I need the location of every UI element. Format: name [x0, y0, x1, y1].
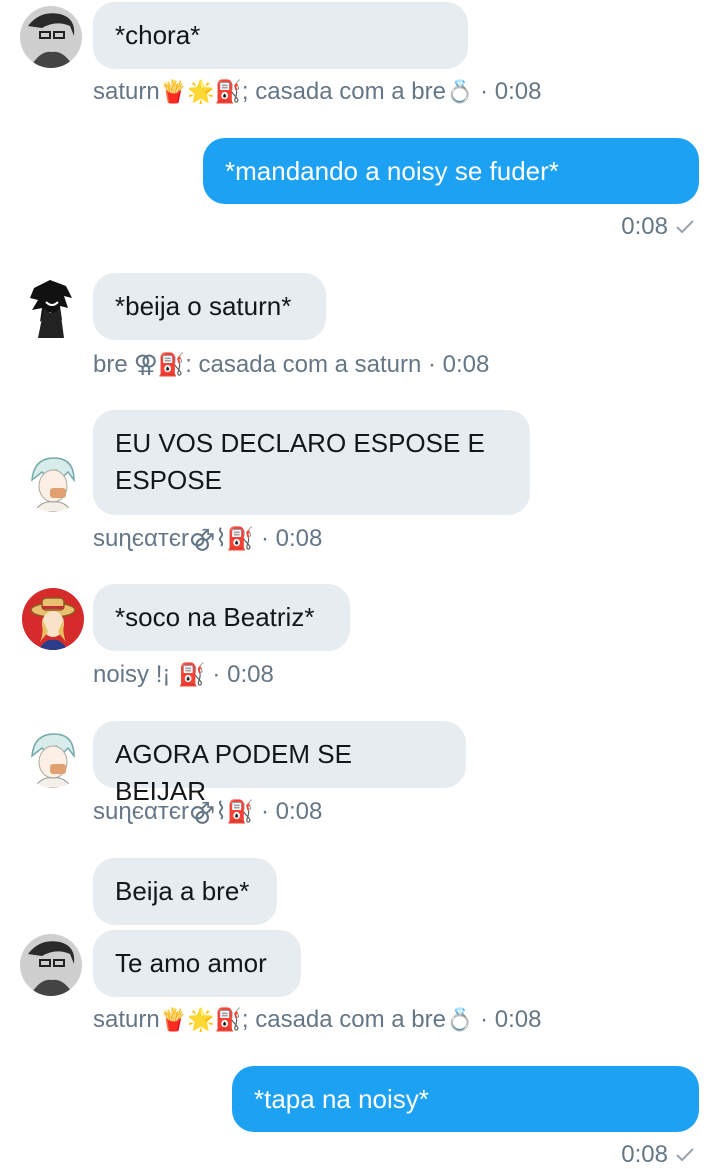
timestamp: 0:08 — [494, 1006, 542, 1033]
avatar-noisy[interactable] — [22, 588, 84, 650]
message-meta-outgoing: 0:08 — [621, 213, 694, 241]
message-meta: saturn 🍟🌟⛽ ; casada com a bre 💍 · 0:08 — [93, 78, 541, 106]
message-bubble[interactable]: Te amo amor — [93, 930, 301, 997]
avatar-suneater[interactable] — [22, 726, 84, 788]
avatar-saturn[interactable] — [20, 6, 82, 68]
ring-icon: 💍 — [446, 1007, 474, 1032]
sender-emoji: 🍟🌟⛽ — [159, 79, 242, 104]
sender-name: saturn — [93, 78, 160, 105]
timestamp: 0:08 — [442, 350, 490, 378]
separator: · — [473, 1006, 495, 1033]
sender-name: noisy !¡ — [93, 661, 171, 688]
message-bubble-outgoing[interactable]: *mandando a noisy se fuder* — [203, 138, 699, 204]
timestamp: 0:08 — [275, 524, 323, 552]
message-meta: suɳєαтєr ⚣⌇ ⛽ · 0:08 — [93, 797, 322, 826]
check-icon — [676, 220, 694, 234]
avatar-saturn[interactable] — [20, 934, 82, 996]
avatar-suneater[interactable] — [22, 450, 84, 512]
sender-status: ; casada com a bre — [241, 78, 446, 105]
sender-name: saturn — [93, 1006, 160, 1033]
sender-emoji: 🍟🌟⛽ — [159, 1007, 242, 1032]
separator: · — [254, 797, 276, 825]
sender-name: bre — [93, 350, 128, 378]
timestamp: 0:08 — [275, 797, 323, 825]
timestamp: 0:08 — [621, 1141, 668, 1168]
message-bubble[interactable]: *soco na Beatriz* — [93, 584, 350, 651]
message-meta: suɳєαтєr ⚣⌇ ⛽ · 0:08 — [93, 524, 322, 553]
sender-emoji: ⛽ — [157, 351, 186, 377]
sender-name: suɳєαтєr — [93, 797, 190, 825]
sender-status: ; casada com a bre — [241, 1006, 446, 1033]
separator: · — [254, 524, 276, 552]
timestamp: 0:08 — [494, 78, 542, 105]
sender-symbol: ⚣⌇ — [189, 798, 227, 825]
check-icon — [676, 1148, 694, 1162]
separator: · — [473, 78, 495, 105]
separator: · — [205, 661, 228, 688]
message-meta: noisy !¡ ⛽ · 0:08 — [93, 661, 274, 689]
sender-emoji: ⛽ — [178, 662, 206, 687]
message-bubble[interactable]: Beija a bre* — [93, 858, 277, 925]
message-meta: bre ⚢ ⛽ : casada com a saturn · 0:08 — [93, 350, 489, 379]
timestamp: 0:08 — [621, 213, 668, 240]
ring-icon: 💍 — [446, 79, 474, 104]
sender-name: suɳєαтєr — [93, 524, 190, 552]
message-bubble[interactable]: *chora* — [93, 2, 468, 69]
timestamp: 0:08 — [227, 661, 274, 688]
message-bubble[interactable]: EU VOS DECLARO ESPOSE E ESPOSE — [93, 410, 530, 515]
message-bubble[interactable]: *beija o saturn* — [93, 273, 326, 340]
sender-emoji: ⛽ — [226, 525, 255, 551]
message-meta: saturn 🍟🌟⛽ ; casada com a bre 💍 · 0:08 — [93, 1006, 541, 1034]
avatar-bre[interactable] — [20, 278, 82, 340]
sender-symbol: ⚢ — [133, 351, 158, 378]
separator: · — [421, 350, 443, 378]
sender-emoji: ⛽ — [226, 798, 255, 824]
message-meta-outgoing: 0:08 — [621, 1141, 694, 1169]
sender-symbol: ⚣⌇ — [189, 525, 227, 552]
message-bubble[interactable]: AGORA PODEM SE BEIJAR — [93, 721, 466, 806]
message-bubble-outgoing[interactable]: *tapa na noisy* — [232, 1066, 699, 1132]
sender-status: : casada com a saturn — [185, 350, 422, 378]
